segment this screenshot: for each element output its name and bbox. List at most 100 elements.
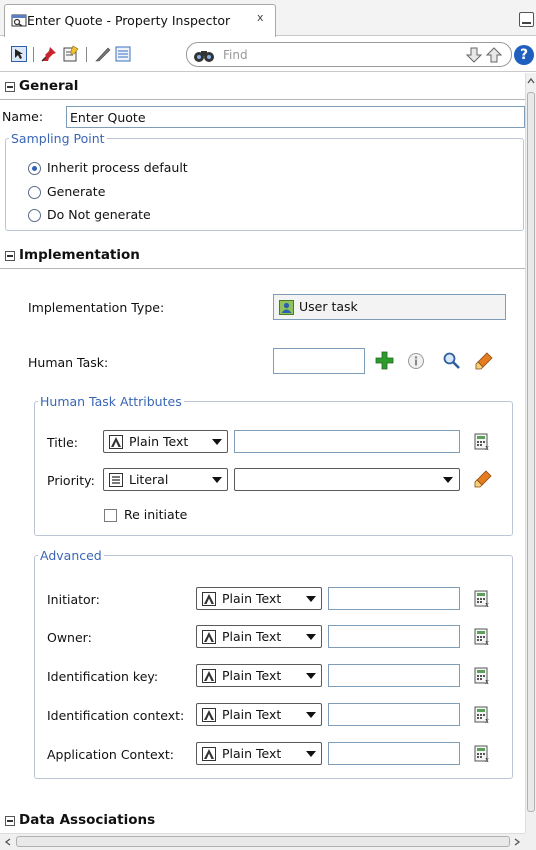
tab-property-inspector[interactable]: Enter Quote - Property Inspector x xyxy=(4,4,276,37)
scroll-right-icon[interactable] xyxy=(512,837,522,847)
implementation-section-title: Implementation xyxy=(19,247,140,263)
advanced-row-mode-value: Plain Text xyxy=(222,707,282,722)
search-icon[interactable] xyxy=(442,351,461,370)
advanced-row-label: Application Context: xyxy=(47,747,174,762)
implementation-type-value: User task xyxy=(299,299,358,314)
toolbar-separator xyxy=(33,47,34,62)
advanced-row-value-field[interactable] xyxy=(328,703,460,726)
list-view-icon[interactable] xyxy=(114,45,132,63)
find-box xyxy=(186,42,512,67)
data-associations-section-title: Data Associations xyxy=(19,812,156,828)
advanced-row-mode-combo[interactable]: Plain Text xyxy=(196,587,322,610)
find-input[interactable] xyxy=(223,46,403,64)
implementation-type-label: Implementation Type: xyxy=(28,300,165,315)
svg-text:x: x xyxy=(485,717,489,724)
priority-mode-combo[interactable]: Literal xyxy=(103,468,228,491)
advanced-legend: Advanced xyxy=(40,548,102,563)
expression-builder-icon[interactable]: x xyxy=(474,706,491,724)
plain-text-icon xyxy=(202,708,216,722)
info-icon[interactable] xyxy=(407,352,425,370)
name-field[interactable]: Enter Quote xyxy=(66,106,525,128)
collapse-icon[interactable] xyxy=(5,251,15,261)
title-mode-combo[interactable]: Plain Text xyxy=(103,430,228,453)
advanced-row-value-field[interactable] xyxy=(328,742,460,765)
plain-text-icon xyxy=(202,592,216,606)
arrow-down-icon[interactable] xyxy=(465,46,483,64)
advanced-row-label: Identification key: xyxy=(47,669,159,684)
data-associations-section-header[interactable]: Data Associations xyxy=(0,808,525,833)
binoculars-icon[interactable] xyxy=(193,46,215,64)
eraser-icon[interactable] xyxy=(473,469,493,489)
human-task-label: Human Task: xyxy=(28,355,109,370)
property-panel: General Name: Enter Quote Sampling Point… xyxy=(0,73,525,833)
radio-inherit-label: Inherit process default xyxy=(47,160,188,175)
priority-mode-value: Literal xyxy=(129,472,169,487)
collapse-icon[interactable] xyxy=(5,82,15,92)
literal-icon xyxy=(109,473,123,487)
svg-text:x: x xyxy=(485,756,489,763)
edit-properties-icon[interactable] xyxy=(62,45,80,63)
radio-do-not-generate[interactable] xyxy=(28,209,41,222)
arrow-up-icon[interactable] xyxy=(485,46,503,64)
expression-builder-icon[interactable]: x xyxy=(474,590,491,608)
advanced-row-label: Owner: xyxy=(47,630,92,645)
add-icon[interactable] xyxy=(375,351,394,370)
advanced-row-mode-combo[interactable]: Plain Text xyxy=(196,703,322,726)
tab-strip: Enter Quote - Property Inspector x xyxy=(0,0,536,37)
scroll-corner xyxy=(525,833,536,850)
chevron-down-icon xyxy=(306,673,316,679)
advanced-row-mode-combo[interactable]: Plain Text xyxy=(196,742,322,765)
collapse-icon[interactable] xyxy=(5,816,15,826)
plain-text-icon xyxy=(202,669,216,683)
advanced-row-mode-value: Plain Text xyxy=(222,591,282,606)
chevron-down-icon xyxy=(212,439,222,445)
advanced-row-mode-combo[interactable]: Plain Text xyxy=(196,664,322,687)
scroll-up-icon[interactable] xyxy=(526,76,536,86)
property-inspector-icon xyxy=(11,14,27,27)
svg-text:x: x xyxy=(485,678,489,685)
name-value: Enter Quote xyxy=(70,110,146,125)
general-section-title: General xyxy=(19,78,79,94)
title-value-field[interactable] xyxy=(234,430,460,453)
pin-icon[interactable] xyxy=(40,45,58,63)
advanced-row-value-field[interactable] xyxy=(328,587,460,610)
reinitiate-checkbox[interactable] xyxy=(104,509,117,522)
plain-text-icon xyxy=(202,630,216,644)
chevron-down-icon xyxy=(212,477,222,483)
advanced-row-mode-value: Plain Text xyxy=(222,668,282,683)
plain-text-icon xyxy=(109,435,123,449)
horizontal-scroll-thumb[interactable] xyxy=(16,836,510,847)
eraser-icon[interactable] xyxy=(474,351,494,371)
chevron-down-icon xyxy=(306,596,316,602)
radio-inherit[interactable] xyxy=(28,162,41,175)
advanced-row-mode-combo[interactable]: Plain Text xyxy=(196,625,322,648)
expression-builder-icon[interactable]: x xyxy=(474,433,491,451)
pencil-icon[interactable] xyxy=(94,45,112,63)
help-icon[interactable]: ? xyxy=(514,45,534,65)
minimize-icon[interactable] xyxy=(519,12,534,27)
reinitiate-label: Re initiate xyxy=(124,507,188,522)
human-task-attributes-legend: Human Task Attributes xyxy=(40,394,182,409)
user-task-icon xyxy=(279,300,294,315)
toolbar-separator xyxy=(86,47,87,62)
advanced-row-value-field[interactable] xyxy=(328,664,460,687)
general-section-header[interactable]: General xyxy=(0,74,525,100)
expression-builder-icon[interactable]: x xyxy=(474,745,491,763)
expression-builder-icon[interactable]: x xyxy=(474,628,491,646)
vertical-scroll-thumb[interactable] xyxy=(527,92,535,812)
chevron-down-icon xyxy=(443,477,453,483)
human-task-field[interactable] xyxy=(273,348,365,374)
advanced-row-label: Identification context: xyxy=(47,708,185,723)
radio-generate[interactable] xyxy=(28,186,41,199)
advanced-row-label: Initiator: xyxy=(47,592,100,607)
advanced-row-mode-value: Plain Text xyxy=(222,629,282,644)
priority-value-combo[interactable] xyxy=(234,468,460,491)
expression-builder-icon[interactable]: x xyxy=(474,667,491,685)
advanced-row-value-field[interactable] xyxy=(328,625,460,648)
scroll-left-icon[interactable] xyxy=(3,837,13,847)
tab-close-icon[interactable]: x xyxy=(257,11,264,24)
toolbar: ? xyxy=(0,37,536,72)
svg-text:x: x xyxy=(485,639,489,646)
select-element-icon[interactable] xyxy=(10,45,28,63)
implementation-section-header[interactable]: Implementation xyxy=(0,243,525,269)
